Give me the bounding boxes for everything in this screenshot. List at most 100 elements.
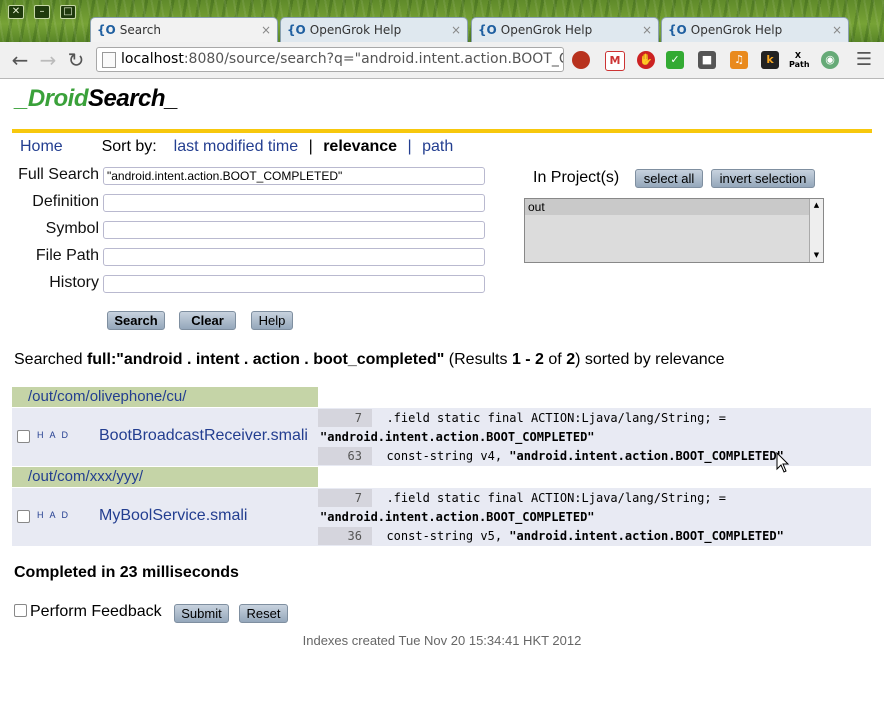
tab-search[interactable]: {O Search × <box>90 17 278 43</box>
line-number: 63 <box>318 447 372 465</box>
scroll-up-icon[interactable]: ▲ <box>811 200 822 211</box>
opengrok-favicon-icon: {O <box>478 23 497 37</box>
project-listbox[interactable]: out ▲ ▼ <box>524 198 824 263</box>
page-content: _DroidSearch_ Home Sort by: last modifie… <box>0 79 884 725</box>
definition-label: Definition <box>32 193 99 210</box>
search-button[interactable]: Search <box>107 311 165 330</box>
stop-icon[interactable]: ✋ <box>637 51 655 69</box>
submit-button[interactable]: Submit <box>174 604 229 623</box>
music-icon[interactable]: ♫ <box>730 51 748 69</box>
index-timestamp: Indexes created Tue Nov 20 15:34:41 HKT … <box>302 633 582 648</box>
project-option-out[interactable]: out <box>525 199 809 215</box>
line-code: "android.intent.action.BOOT_COMPLETED" <box>320 430 595 444</box>
reload-icon[interactable]: ↻ <box>64 48 88 72</box>
line-code: "android.intent.action.BOOT_COMPLETED" <box>320 510 595 524</box>
result-directory[interactable]: /out/com/olivephone/cu/ <box>12 387 318 407</box>
invert-selection-button[interactable]: invert selection <box>711 169 815 188</box>
k-icon[interactable]: k <box>761 51 779 69</box>
result-row: H A D BootBroadcastReceiver.smali <box>12 408 318 466</box>
symbol-input[interactable] <box>103 221 485 239</box>
tab-label: OpenGrok Help <box>309 23 402 37</box>
match-line-continuation: "android.intent.action.BOOT_COMPLETED" <box>318 428 595 446</box>
history-annotate-download-links[interactable]: H A D <box>37 430 70 440</box>
page-icon <box>102 52 116 68</box>
match-line[interactable]: 63 const-string v4, "android.intent.acti… <box>318 447 784 465</box>
history-annotate-download-links[interactable]: H A D <box>37 510 70 520</box>
opengrok-favicon-icon: {O <box>668 23 687 37</box>
shoe-icon[interactable] <box>572 51 590 69</box>
sort-path-link[interactable]: path <box>422 138 453 155</box>
listbox-scrollbar[interactable]: ▲ ▼ <box>809 199 823 262</box>
result-matches: 7 .field static final ACTION:Ljava/lang/… <box>318 488 871 546</box>
droidsearch-logo[interactable]: _DroidSearch_ <box>15 85 178 113</box>
close-window-button[interactable]: ✕ <box>8 5 24 19</box>
address-bar[interactable]: localhost:8080/source/search?q="android.… <box>96 47 564 72</box>
result-directory[interactable]: /out/com/xxx/yyy/ <box>12 467 318 487</box>
directory-link[interactable]: /out/com/xxx/yyy/ <box>28 468 143 485</box>
opengrok-favicon-icon: {O <box>287 23 306 37</box>
forward-arrow-icon[interactable]: → <box>36 48 60 72</box>
close-tab-icon[interactable]: × <box>832 18 842 42</box>
gmail-icon[interactable]: M <box>605 51 625 71</box>
xpath-icon[interactable]: X Path <box>789 51 810 69</box>
result-file-link[interactable]: MyBoolService.smali <box>99 507 247 525</box>
match-line-continuation: "android.intent.action.BOOT_COMPLETED" <box>318 508 595 526</box>
sort-by-label: Sort by: <box>101 138 157 155</box>
back-arrow-icon[interactable]: ← <box>8 48 32 72</box>
perform-feedback-checkbox[interactable] <box>14 604 27 617</box>
feedback-row: Perform Feedback <box>14 603 162 621</box>
file-path-input[interactable] <box>103 248 485 266</box>
minimize-window-button[interactable]: – <box>34 5 50 19</box>
match-line[interactable]: 7 .field static final ACTION:Ljava/lang/… <box>318 489 726 507</box>
close-tab-icon[interactable]: × <box>451 18 461 42</box>
home-link[interactable]: Home <box>20 138 63 155</box>
full-search-input[interactable] <box>103 167 485 185</box>
history-input[interactable] <box>103 275 485 293</box>
menu-separator: | <box>407 138 412 155</box>
match-line[interactable]: 7 .field static final ACTION:Ljava/lang/… <box>318 409 726 427</box>
tab-label: OpenGrok Help <box>690 23 783 37</box>
scroll-down-icon[interactable]: ▼ <box>811 250 822 261</box>
line-code: const-string v4, <box>386 449 510 463</box>
menu-separator: | <box>308 138 313 155</box>
clear-button[interactable]: Clear <box>179 311 236 330</box>
tab-label: OpenGrok Help <box>500 23 593 37</box>
mouse-cursor-icon <box>776 452 790 473</box>
help-button[interactable]: Help <box>251 311 293 330</box>
line-code: const-string v5, <box>386 529 510 543</box>
match-line[interactable]: 36 const-string v5, "android.intent.acti… <box>318 527 784 545</box>
result-checkbox[interactable] <box>17 430 30 443</box>
owl-icon[interactable]: ◉ <box>821 51 839 69</box>
close-tab-icon[interactable]: × <box>642 18 652 42</box>
result-file-link[interactable]: BootBroadcastReceiver.smali <box>99 427 308 445</box>
line-code: .field static final ACTION:Ljava/lang/St… <box>386 491 727 505</box>
menu-bar: Home Sort by: last modified time | relev… <box>20 138 453 156</box>
reset-button[interactable]: Reset <box>239 604 288 623</box>
sort-last-modified-link[interactable]: last modified time <box>174 138 299 155</box>
maximize-window-button[interactable]: □ <box>60 5 76 19</box>
tab-opengrok-help-2[interactable]: {O OpenGrok Help × <box>471 17 659 42</box>
line-number: 7 <box>318 489 372 507</box>
opengrok-favicon-icon: {O <box>97 23 116 37</box>
menu-icon[interactable]: ☰ <box>852 48 876 72</box>
search-summary: Searched full:"android . intent . action… <box>14 351 725 369</box>
summary-searched: Searched <box>14 351 83 368</box>
check-icon[interactable]: ✓ <box>666 51 684 69</box>
tab-label: Search <box>119 23 161 37</box>
definition-input[interactable] <box>103 194 485 212</box>
tab-opengrok-help-1[interactable]: {O OpenGrok Help × <box>280 17 468 42</box>
summary-query: full:"android . intent . action . boot_c… <box>86 351 445 368</box>
logo-prefix: _Droid <box>15 85 89 112</box>
tab-opengrok-help-3[interactable]: {O OpenGrok Help × <box>661 17 849 42</box>
line-code: .field static final ACTION:Ljava/lang/St… <box>386 411 727 425</box>
result-row: H A D MyBoolService.smali <box>12 488 318 546</box>
logo-suffix: Search_ <box>88 85 178 112</box>
directory-link[interactable]: /out/com/olivephone/cu/ <box>28 388 186 405</box>
line-match: "android.intent.action.BOOT_COMPLETED" <box>509 529 784 543</box>
result-checkbox[interactable] <box>17 510 30 523</box>
select-all-button[interactable]: select all <box>635 169 703 188</box>
in-projects-label: In Project(s) <box>533 169 620 186</box>
puzzle-icon[interactable]: ■ <box>698 51 716 69</box>
summary-total: 2 <box>566 351 576 368</box>
close-tab-icon[interactable]: × <box>261 18 271 43</box>
